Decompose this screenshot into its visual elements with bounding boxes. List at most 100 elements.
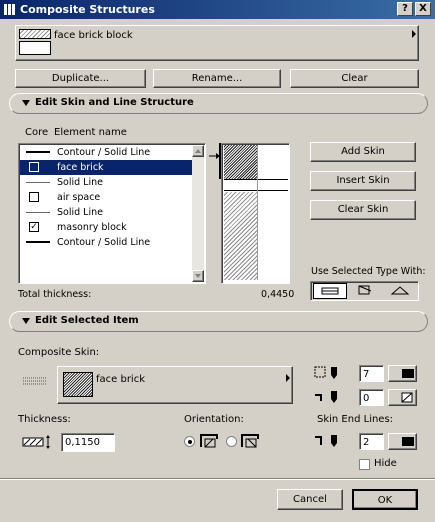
add-skin-button[interactable]: Add Skin <box>310 142 416 162</box>
fill-pen-input[interactable]: 7 <box>359 365 384 382</box>
orientation-1-icon <box>199 433 221 449</box>
arrow-down-icon <box>195 274 201 278</box>
pen-color-swatch <box>402 369 414 378</box>
composite-preview-icon <box>19 29 51 39</box>
thickness-icon <box>22 434 54 450</box>
list-item-selected[interactable]: face brick <box>20 160 192 175</box>
slab-type-option[interactable] <box>349 283 383 299</box>
list-item-label: Contour / Solid Line <box>57 237 151 248</box>
list-item-label: air space <box>57 192 101 203</box>
end-line-pen-color-button[interactable] <box>388 433 417 450</box>
close-icon: X <box>419 3 427 14</box>
wall-type-option[interactable] <box>313 283 347 299</box>
face-brick-preview <box>224 145 257 180</box>
skin-fill-selector[interactable]: face brick <box>57 366 293 404</box>
background-pen-icon <box>313 389 343 405</box>
orientation-label: Orientation: <box>184 414 244 425</box>
list-item[interactable]: air space <box>20 190 192 205</box>
list-item-label: Contour / Solid Line <box>57 147 151 158</box>
list-item-label: face brick <box>57 162 104 173</box>
wall-type-icon <box>321 287 339 295</box>
list-item[interactable]: Contour / Solid Line <box>20 235 192 250</box>
pen-color-swatch <box>402 437 414 446</box>
title-bar: Composite Structures ? X <box>0 0 435 19</box>
orientation-2-icon <box>240 433 262 449</box>
background-pen-button[interactable] <box>388 389 417 406</box>
skin-end-lines-label: Skin End Lines: <box>317 414 394 425</box>
chevron-right-icon <box>412 30 416 38</box>
background-pen-input[interactable]: 0 <box>359 389 384 406</box>
composite-name: face brick block <box>54 30 133 41</box>
composite-selector[interactable]: face brick block <box>15 25 419 61</box>
skin-preview <box>221 143 290 284</box>
skin-structure-title: Edit Skin and Line Structure <box>35 97 194 108</box>
list-item[interactable]: Contour / Solid Line <box>20 145 192 160</box>
masonry-block-preview <box>224 192 257 280</box>
contour-line-icon <box>26 151 50 153</box>
empty-symbol-icon <box>401 392 413 403</box>
composite-preview-lower <box>19 41 51 55</box>
contour-line-icon <box>26 241 50 243</box>
duplicate-button[interactable]: Duplicate... <box>15 69 146 88</box>
core-checkbox[interactable] <box>29 192 39 202</box>
disclosure-triangle-icon <box>22 100 30 106</box>
core-column-header: Core <box>25 127 49 138</box>
list-item[interactable]: Solid Line <box>20 205 192 220</box>
air-space-preview <box>224 181 288 191</box>
type-selector-group <box>310 281 419 301</box>
help-button[interactable]: ? <box>397 2 413 16</box>
skin-fill-name: face brick <box>96 374 146 385</box>
list-item[interactable]: ✓ masonry block <box>20 220 192 235</box>
preview-divider <box>257 145 258 280</box>
clear-skin-button[interactable]: Clear Skin <box>310 200 416 220</box>
end-line-pen-icon <box>313 433 343 449</box>
selected-item-header[interactable]: Edit Selected Item <box>9 311 428 332</box>
thickness-input[interactable]: 0,1150 <box>61 433 115 452</box>
ok-button[interactable]: OK <box>352 489 418 510</box>
footer-separator <box>0 478 435 480</box>
help-icon: ? <box>402 3 408 14</box>
total-thickness-label: Total thickness: <box>18 289 92 300</box>
fill-type-icon <box>23 376 47 386</box>
core-checkbox[interactable] <box>29 162 39 172</box>
fill-pattern-swatch <box>63 372 93 397</box>
app-icon <box>3 3 16 16</box>
close-button[interactable]: X <box>415 2 431 16</box>
fill-pen-color-button[interactable] <box>388 365 417 382</box>
fill-pen-icon <box>313 365 343 381</box>
element-name-column-header: Element name <box>54 127 127 138</box>
skin-list-rows: Contour / Solid Line face brick Solid Li… <box>20 145 192 282</box>
insert-skin-button[interactable]: Insert Skin <box>310 171 416 191</box>
skin-list[interactable]: Contour / Solid Line face brick Solid Li… <box>18 143 206 284</box>
slab-type-icon <box>358 285 372 295</box>
roof-type-icon <box>390 286 410 295</box>
scroll-down-button[interactable] <box>192 270 204 282</box>
thickness-label: Thickness: <box>18 414 71 425</box>
roof-type-option[interactable] <box>384 283 418 299</box>
scroll-up-button[interactable] <box>192 145 204 157</box>
disclosure-triangle-icon <box>22 318 30 324</box>
solid-line-icon <box>26 182 50 183</box>
selected-item-title: Edit Selected Item <box>35 315 139 326</box>
list-item[interactable]: Solid Line <box>20 175 192 190</box>
preview-gap <box>258 145 288 180</box>
list-item-label: Solid Line <box>57 207 103 218</box>
total-thickness-value: 0,4450 <box>261 289 295 300</box>
end-line-pen-input[interactable]: 2 <box>359 433 384 450</box>
cancel-button[interactable]: Cancel <box>277 489 343 510</box>
list-scrollbar[interactable] <box>192 145 204 282</box>
chevron-right-icon <box>286 374 290 382</box>
clear-button[interactable]: Clear <box>290 69 419 88</box>
orientation-radio-1[interactable] <box>184 436 195 447</box>
core-checkbox-checked[interactable]: ✓ <box>29 222 39 232</box>
arrow-up-icon <box>195 149 201 153</box>
solid-line-icon <box>26 212 50 213</box>
hide-checkbox[interactable] <box>359 459 370 470</box>
orientation-radio-2[interactable] <box>226 436 237 447</box>
use-selected-type-label: Use Selected Type With: <box>311 266 426 277</box>
window-title: Composite Structures <box>20 3 155 16</box>
list-item-label: Solid Line <box>57 177 103 188</box>
rename-button[interactable]: Rename... <box>153 69 281 88</box>
skin-structure-header[interactable]: Edit Skin and Line Structure <box>9 93 428 114</box>
list-item-label: masonry block <box>57 222 127 233</box>
